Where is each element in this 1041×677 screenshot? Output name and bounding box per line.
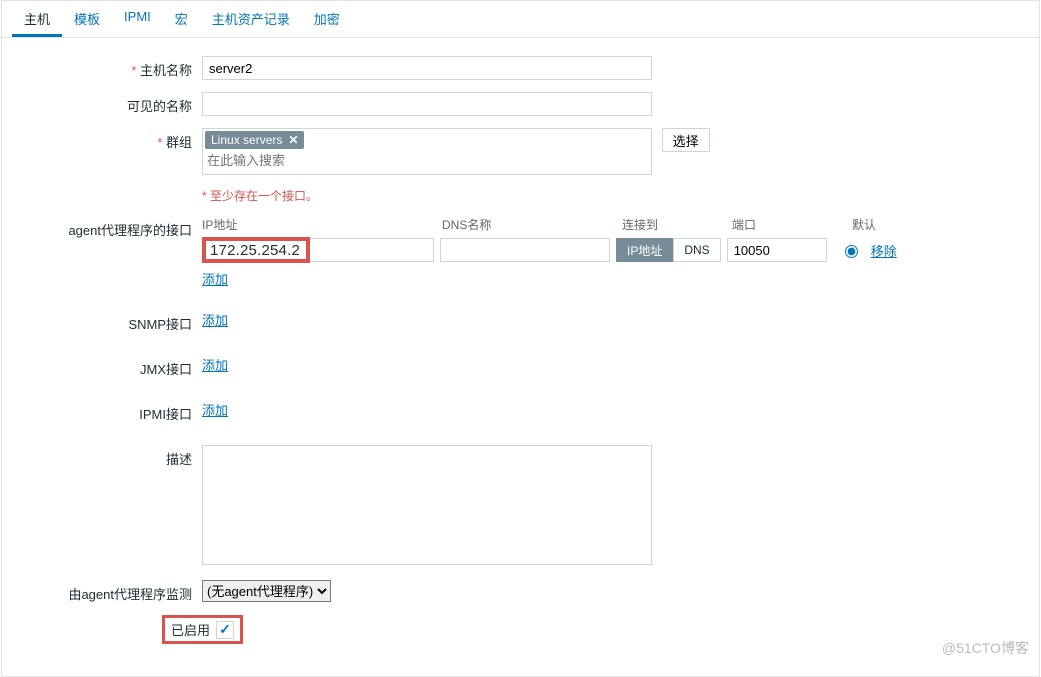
tab-ipmi[interactable]: IPMI (112, 1, 163, 37)
agent-interface-row: 172.25.254.2 IP地址 DNS 移除 (202, 237, 1019, 263)
group-tag-label: Linux servers (211, 133, 282, 147)
label-hostname: 主机名称 (22, 56, 202, 79)
dns-name-input[interactable] (440, 238, 610, 262)
label-visible-name: 可见的名称 (22, 92, 202, 115)
groups-tagbox[interactable]: Linux servers ✕ (202, 128, 652, 175)
group-tag-linux-servers[interactable]: Linux servers ✕ (205, 131, 304, 149)
close-icon[interactable]: ✕ (288, 133, 298, 147)
groups-search-input[interactable] (205, 149, 405, 172)
default-radio[interactable] (845, 245, 858, 258)
tabs-bar: 主机 模板 IPMI 宏 主机资产记录 加密 (2, 1, 1039, 38)
connect-to-toggle: IP地址 DNS (616, 238, 721, 262)
label-agent-interface: agent代理程序的接口 (22, 216, 202, 239)
host-config-page: 主机 模板 IPMI 宏 主机资产记录 加密 主机名称 可见的名称 群组 Lin… (1, 0, 1040, 677)
port-input[interactable] (727, 238, 827, 262)
label-description: 描述 (22, 445, 202, 468)
tab-encryption[interactable]: 加密 (302, 1, 352, 37)
enabled-highlight: 已启用 ✓ (162, 615, 243, 644)
enabled-checkbox[interactable]: ✓ (216, 621, 234, 639)
add-snmp-interface-link[interactable]: 添加 (202, 313, 228, 328)
tab-template[interactable]: 模板 (62, 1, 112, 37)
label-snmp-interface: SNMP接口 (22, 310, 202, 333)
interface-required-note: * 至少存在一个接口。 (202, 189, 318, 203)
tab-inventory[interactable]: 主机资产记录 (200, 1, 302, 37)
remove-interface-link[interactable]: 移除 (871, 241, 897, 260)
hostname-input[interactable] (202, 56, 652, 80)
ip-address-input[interactable] (310, 238, 434, 262)
col-port-label: 端口 (732, 216, 852, 233)
label-enabled: 已启用 (171, 620, 210, 639)
tab-macro[interactable]: 宏 (163, 1, 200, 37)
label-jmx-interface: JMX接口 (22, 355, 202, 378)
form-body: 主机名称 可见的名称 群组 Linux servers ✕ (2, 38, 1039, 676)
col-conn-label: 连接到 (622, 216, 732, 233)
add-ipmi-interface-link[interactable]: 添加 (202, 403, 228, 418)
label-groups: 群组 (22, 128, 202, 151)
proxy-select[interactable]: (无agent代理程序) (202, 580, 331, 602)
connect-ip-button[interactable]: IP地址 (616, 238, 673, 262)
ip-address-highlight: 172.25.254.2 (202, 237, 310, 263)
col-default-label: 默认 (852, 216, 912, 233)
connect-dns-button[interactable]: DNS (673, 238, 720, 262)
select-group-button[interactable]: 选择 (662, 128, 710, 152)
add-jmx-interface-link[interactable]: 添加 (202, 358, 228, 373)
interface-header: IP地址 DNS名称 连接到 端口 默认 (202, 216, 1019, 233)
label-ipmi-interface: IPMI接口 (22, 400, 202, 423)
col-dns-label: DNS名称 (442, 216, 622, 233)
tab-host[interactable]: 主机 (12, 1, 62, 37)
col-ip-label: IP地址 (202, 216, 442, 233)
description-textarea[interactable] (202, 445, 652, 565)
watermark: @51CTO博客 (942, 638, 1029, 658)
add-agent-interface-link[interactable]: 添加 (202, 269, 228, 288)
visible-name-input[interactable] (202, 92, 652, 116)
label-monitored-by: 由agent代理程序监测 (22, 580, 202, 603)
